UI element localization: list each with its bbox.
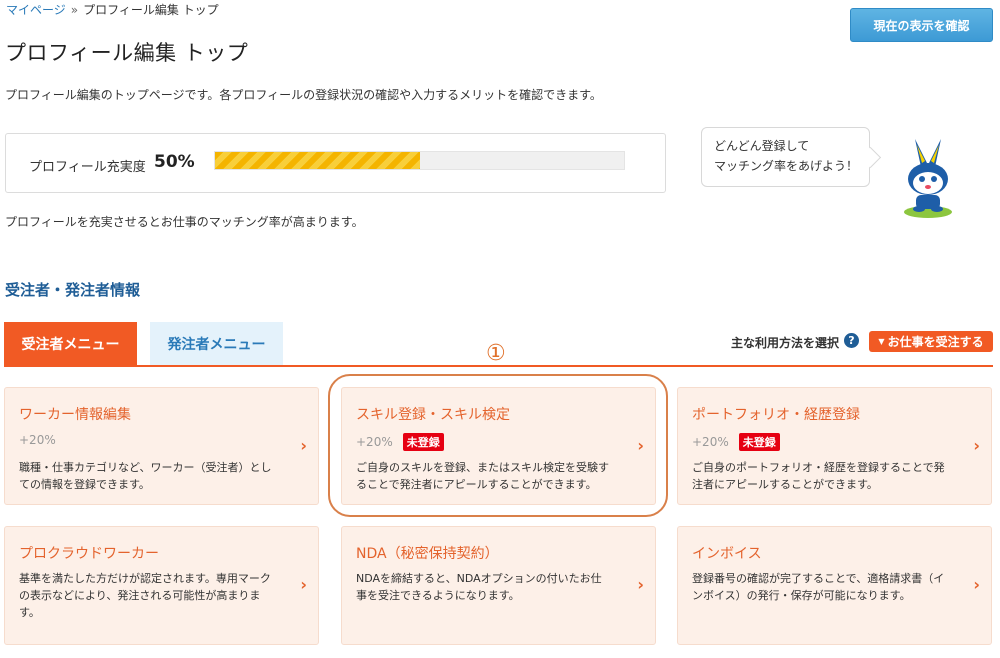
- profile-completion-box: プロフィール充実度 50%: [5, 133, 666, 193]
- chevron-right-icon: ›: [300, 575, 307, 594]
- card-title: スキル登録・スキル検定: [356, 407, 510, 423]
- mascot-rabbit-icon: [904, 139, 952, 218]
- tab-client-menu[interactable]: 発注者メニュー: [150, 322, 283, 366]
- card-title: プロクラウドワーカー: [19, 546, 159, 562]
- card-meta: +20% 未登録: [356, 433, 444, 451]
- profile-completion-value: 50%: [154, 152, 195, 172]
- card-pro-crowdworker[interactable]: プロクラウドワーカー 基準を満たした方だけが認定されます。専用マークの表示などに…: [4, 526, 319, 645]
- help-icon[interactable]: ?: [844, 333, 859, 348]
- card-skill[interactable]: スキル登録・スキル検定 +20% 未登録 ご自身のスキルを登録、またはスキル検定…: [341, 387, 656, 505]
- usage-select-dropdown[interactable]: ▼ お仕事を受注する: [869, 331, 993, 352]
- confirm-current-view-button[interactable]: 現在の表示を確認: [850, 8, 993, 42]
- card-title: NDA（秘密保持契約）: [356, 546, 499, 562]
- chevron-right-icon: ›: [973, 436, 980, 455]
- card-invoice[interactable]: インボイス 登録番号の確認が完了することで、適格請求書（インボイス）の発行・保存…: [677, 526, 992, 645]
- card-meta: +20% 未登録: [692, 433, 780, 451]
- card-description: 登録番号の確認が完了することで、適格請求書（インボイス）の発行・保存が可能になり…: [692, 572, 945, 602]
- speech-line-1: どんどん登録して: [714, 139, 810, 153]
- section-title: 受注者・発注者情報: [5, 281, 141, 299]
- card-title: ワーカー情報編集: [19, 407, 131, 423]
- completion-note: プロフィールを充実させるとお仕事のマッチング率が高まります。: [5, 215, 364, 229]
- card-percent: +20%: [19, 433, 56, 447]
- card-description: 基準を満たした方だけが認定されます。専用マークの表示などにより、発注される可能性…: [19, 572, 271, 619]
- card-description: 職種・仕事カテゴリなど、ワーカー（受注者）としての情報を登録できます。: [19, 461, 272, 491]
- card-title: ポートフォリオ・経歴登録: [692, 407, 860, 423]
- profile-completion-label: プロフィール充実度: [29, 160, 146, 175]
- tab-worker-menu[interactable]: 受注者メニュー: [4, 322, 137, 366]
- annotation-number: ①: [486, 341, 506, 366]
- chevron-right-icon: ›: [637, 575, 644, 594]
- speech-line-2: マッチング率をあげよう！: [714, 159, 859, 173]
- card-meta: +20%: [19, 433, 56, 447]
- unregistered-badge: 未登録: [738, 433, 780, 451]
- chevron-right-icon: ›: [300, 436, 307, 455]
- card-percent: +20%: [356, 435, 393, 449]
- breadcrumb-mypage-link[interactable]: マイページ: [6, 3, 66, 17]
- card-description: ご自身のポートフォリオ・経歴を登録することで発注者にアピールすることができます。: [692, 461, 945, 491]
- card-description: ご自身のスキルを登録、またはスキル検定を受験することで発注者にアピールすることが…: [356, 461, 609, 491]
- card-percent: +20%: [692, 435, 729, 449]
- profile-completion-bar: [214, 151, 625, 170]
- chevron-right-icon: ›: [637, 436, 644, 455]
- unregistered-badge: 未登録: [402, 433, 444, 451]
- page-description: プロフィール編集のトップページです。各プロフィールの登録状況の確認や入力するメリ…: [5, 88, 602, 102]
- profile-completion-bar-fill: [215, 152, 420, 169]
- usage-select-label: 主な利用方法を選択: [731, 336, 840, 350]
- chevron-right-icon: ›: [973, 575, 980, 594]
- mascot-speech-bubble: どんどん登録して マッチング率をあげよう！: [701, 127, 870, 187]
- card-nda[interactable]: NDA（秘密保持契約） NDAを締結すると、NDAオプションの付いたお仕事を受注…: [341, 526, 656, 645]
- breadcrumb-current: プロフィール編集 トップ: [83, 3, 219, 17]
- breadcrumb-separator: »: [70, 3, 79, 17]
- usage-selected-value: お仕事を受注する: [887, 335, 984, 349]
- card-description: NDAを締結すると、NDAオプションの付いたお仕事を受注できるようになります。: [356, 572, 602, 602]
- caret-down-icon: ▼: [878, 337, 885, 346]
- page-title: プロフィール編集 トップ: [5, 41, 249, 65]
- card-portfolio[interactable]: ポートフォリオ・経歴登録 +20% 未登録 ご自身のポートフォリオ・経歴を登録す…: [677, 387, 992, 505]
- card-worker-info[interactable]: ワーカー情報編集 +20% 職種・仕事カテゴリなど、ワーカー（受注者）としての情…: [4, 387, 319, 505]
- breadcrumb: マイページ » プロフィール編集 トップ: [6, 1, 219, 18]
- card-title: インボイス: [692, 546, 762, 562]
